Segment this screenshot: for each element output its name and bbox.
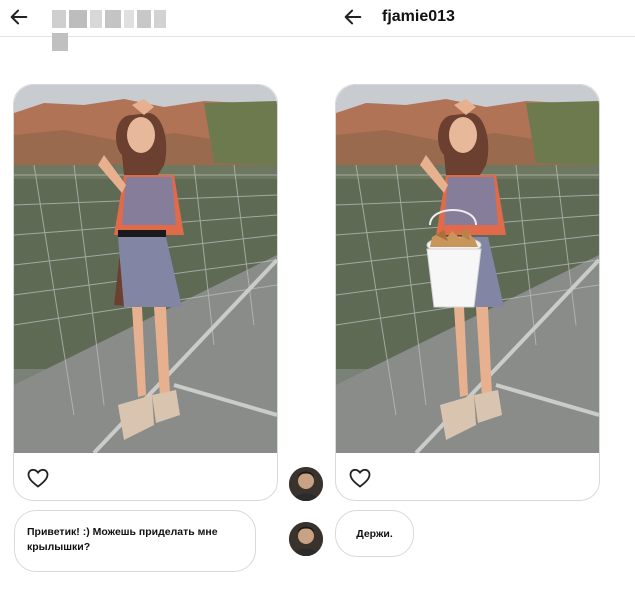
conversation-username[interactable]: fjamie013 (382, 8, 455, 26)
shared-photo-card[interactable] (13, 84, 278, 501)
left-top-bar (0, 0, 320, 51)
shared-photo-card[interactable] (335, 84, 600, 501)
message-bubble-request: Приветик! :) Можешь приделать мне крылыш… (14, 510, 256, 572)
reply-text: Держи. (356, 528, 393, 540)
avatar[interactable] (289, 467, 323, 501)
back-arrow-icon[interactable] (342, 6, 364, 28)
left-conversation-panel: Приветик! :) Можешь приделать мне крылыш… (0, 0, 323, 598)
edited-photo[interactable] (336, 85, 599, 453)
blurred-username (52, 10, 182, 51)
message-text: Приветик! :) Можешь приделать мне крылыш… (27, 526, 218, 553)
right-top-bar: fjamie013 (320, 0, 635, 37)
message-bubble-reply: Держи. (335, 510, 414, 557)
right-conversation-panel: fjamie013 Держи. (320, 0, 635, 598)
heart-outline-icon[interactable] (348, 466, 372, 490)
heart-outline-icon[interactable] (26, 466, 50, 490)
original-photo[interactable] (14, 85, 277, 453)
back-arrow-icon[interactable] (8, 6, 30, 28)
avatar[interactable] (289, 522, 323, 556)
